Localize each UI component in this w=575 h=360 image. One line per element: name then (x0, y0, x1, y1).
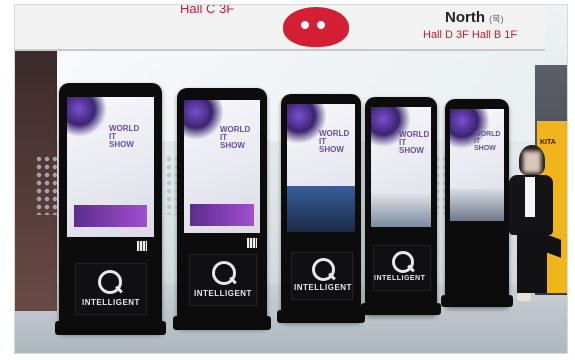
brand-text: INTELLIGENT (82, 298, 140, 307)
kiosk-base (361, 303, 441, 315)
overhead-sign: Hall C 3F North (북) Hall D 3F Hall B 1F (15, 5, 545, 51)
kiosk-base (277, 310, 365, 323)
screen-title: WORLD IT SHOW (109, 124, 140, 149)
brand-logo-icon (312, 258, 335, 281)
brand-logo-icon (212, 261, 236, 285)
brand-panel: INTELLIGENT (189, 254, 257, 306)
north-sign: North (북) (445, 9, 503, 26)
north-subscript: (북) (489, 14, 504, 24)
kiosk-screen: WORLD IT SHOW (450, 109, 504, 221)
screen-lower-image (371, 191, 431, 227)
screen-lower-image (287, 186, 355, 232)
qr-code (137, 241, 147, 251)
brand-panel: INTELLIGENT (75, 263, 147, 315)
qr-code (247, 238, 257, 248)
kiosk-screen: WORLD IT SHOW (371, 107, 431, 227)
kiosk-screen: WORLD IT SHOW (287, 104, 355, 232)
brand-text: INTELLIGENT (294, 283, 352, 292)
brand-panel: INTELLIGENT (291, 252, 353, 300)
screen-graphic (67, 97, 107, 137)
brand-logo-icon (98, 270, 122, 294)
kiosk-base (173, 316, 271, 330)
kiosk-3: WORLD IT SHOW INTELLIGENT (277, 94, 365, 323)
blurred-face (523, 151, 541, 173)
brand-text: INTELLIGENT (194, 289, 252, 298)
screen-title: WORLD IT SHOW (474, 131, 501, 152)
screen-banner (73, 205, 148, 227)
brand-text: INTELLIGENT (374, 275, 426, 282)
person-figure (503, 145, 563, 315)
mascot-graphic (283, 7, 349, 47)
screen-graphic (184, 100, 224, 140)
brand-logo-icon (392, 251, 414, 273)
kiosk-screen: WORLD IT SHOW (67, 97, 154, 237)
screen-title: WORLD IT SHOW (220, 125, 251, 150)
kiosk-5: WORLD IT SHOW (441, 99, 513, 307)
photo-frame: Hall C 3F North (북) Hall D 3F Hall B 1F … (14, 4, 568, 354)
north-label: North (445, 9, 485, 26)
kiosk-base (55, 321, 166, 335)
brand-panel: INTELLIGENT (373, 245, 431, 291)
screen-banner (190, 204, 254, 226)
kiosk-2: WORLD IT SHOW INTELLIGENT (173, 88, 271, 330)
kiosk-screen: WORLD IT SHOW (184, 100, 260, 233)
person-shirt (525, 177, 535, 217)
hall-d-b-text: Hall D 3F Hall B 1F (423, 29, 518, 41)
person-shoe (517, 293, 531, 301)
screen-lower-image (450, 189, 504, 221)
screen-title: WORLD IT SHOW (399, 130, 430, 155)
screen-title: WORLD IT SHOW (319, 129, 350, 154)
photo-scene: Hall C 3F North (북) Hall D 3F Hall B 1F … (0, 0, 575, 360)
hall-c-text: Hall C 3F (180, 4, 235, 16)
kiosk-1: WORLD IT SHOW INTELLIGENT (55, 83, 166, 335)
kiosk-4: WORLD IT SHOW INTELLIGENT (361, 97, 441, 315)
